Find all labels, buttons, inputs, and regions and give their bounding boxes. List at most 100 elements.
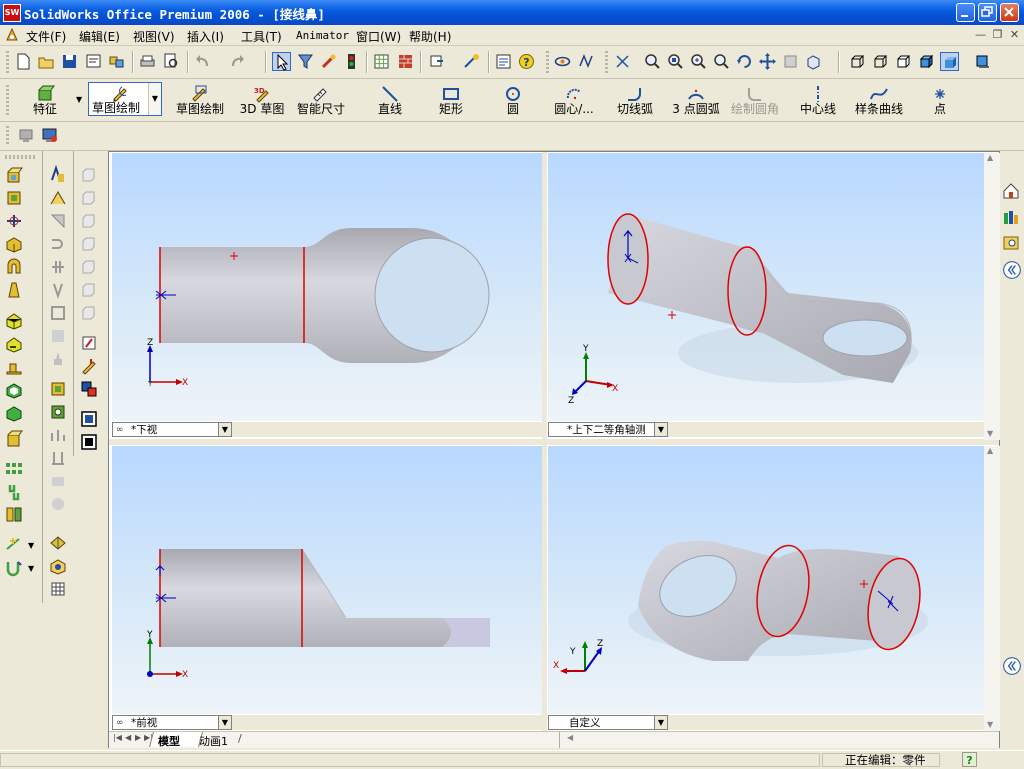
viewport-custom-tab[interactable]: 自定义 ▼ [548, 715, 668, 730]
expand-pane-icon[interactable] [1002, 260, 1022, 280]
copy-entities-icon[interactable] [48, 402, 68, 422]
tab-model[interactable]: 模型 [158, 733, 180, 749]
hidden-lines-removed-icon[interactable] [894, 52, 913, 71]
features-button[interactable]: 特征 [30, 84, 60, 118]
menu-edit[interactable]: 编辑(E) [79, 28, 120, 45]
normal-to-icon[interactable] [79, 333, 99, 353]
back-view-icon[interactable] [79, 188, 99, 208]
swept-boss-icon[interactable] [4, 211, 24, 231]
extruded-boss-icon[interactable] [4, 165, 24, 185]
layers-icon[interactable] [48, 494, 68, 514]
viewport-front-dropdown-icon[interactable]: ▼ [218, 716, 231, 729]
viewport-isometric-dropdown-icon[interactable]: ▼ [654, 423, 667, 436]
line-button[interactable]: 直线 [378, 84, 402, 118]
zoom-area-icon[interactable] [666, 52, 685, 71]
viewport-front-tab[interactable]: ∞ *前视 ▼ [112, 715, 232, 730]
3-point-arc-button[interactable]: 3 点圆弧 [672, 84, 720, 118]
library-icon[interactable] [1001, 207, 1021, 227]
four-view-icon[interactable] [79, 432, 99, 452]
rectangle-button[interactable]: 矩形 [439, 84, 463, 118]
mold-tools-icon[interactable] [48, 579, 68, 599]
circular-pattern-icon[interactable] [4, 482, 24, 502]
tab-first-icon[interactable]: |◀ [113, 733, 122, 742]
minimize-button[interactable] [956, 3, 975, 22]
doc-restore-icon[interactable]: ❐ [990, 28, 1005, 42]
weldment-icon[interactable] [48, 556, 68, 576]
options-icon[interactable] [428, 52, 447, 71]
sketch-dropdown-icon[interactable]: ▼ [148, 83, 161, 115]
isometric-view-icon[interactable] [79, 303, 99, 323]
pan-icon[interactable] [758, 52, 777, 71]
right-view-icon[interactable] [79, 234, 99, 254]
jog-line-icon[interactable] [48, 303, 68, 323]
menu-tools[interactable]: 工具(T) [241, 28, 282, 45]
viewport-bottom-dropdown-icon[interactable]: ▼ [218, 423, 231, 436]
left-view-icon[interactable] [79, 211, 99, 231]
viewport-custom[interactable]: Y X Z [548, 446, 984, 714]
circle-button[interactable]: 圆 [503, 84, 523, 118]
relations-icon[interactable] [48, 448, 68, 468]
viewport-bottom[interactable]: Z X Y [112, 153, 542, 421]
print-preview-icon[interactable] [162, 52, 181, 71]
rebuild-icon[interactable] [319, 52, 338, 71]
select-icon[interactable] [272, 52, 291, 71]
sketch-entity-icon[interactable] [48, 164, 68, 185]
viewport-isometric[interactable]: Y X Z [548, 153, 984, 421]
dimension-icon[interactable] [48, 425, 68, 445]
select-filter-icon[interactable] [296, 52, 315, 71]
hidden-lines-visible-icon[interactable] [871, 52, 890, 71]
menu-insert[interactable]: 插入(I) [187, 28, 224, 45]
reference-geometry-dropdown-icon[interactable]: ▼ [28, 541, 34, 550]
linear-pattern-icon[interactable] [4, 459, 24, 479]
save-icon[interactable] [60, 52, 79, 71]
two-view-icon[interactable] [79, 409, 99, 429]
curves-dropdown-icon[interactable]: ▼ [28, 564, 34, 573]
animator-icon[interactable] [553, 52, 572, 71]
tab-animation[interactable]: 动画1 [199, 733, 228, 749]
horizontal-splitter[interactable] [109, 439, 999, 445]
viewport-isometric-scrollbar[interactable]: ▲ ▼ [984, 153, 1000, 440]
mirror-icon[interactable] [4, 505, 24, 525]
top-view-icon[interactable] [79, 257, 99, 277]
open-icon[interactable] [37, 52, 56, 71]
traffic-light-icon[interactable] [342, 52, 361, 71]
shaded-icon[interactable] [940, 52, 959, 71]
rotate-view-icon[interactable] [735, 52, 754, 71]
spline-button[interactable]: 样条曲线 [855, 84, 903, 118]
previous-view-icon[interactable] [613, 52, 632, 71]
close-button[interactable] [1000, 3, 1019, 22]
features-dropdown-icon[interactable]: ▼ [76, 95, 82, 104]
vertical-splitter[interactable] [542, 152, 547, 746]
shell-icon[interactable] [4, 380, 24, 400]
doc-minimize-icon[interactable]: — [973, 28, 988, 42]
help-icon[interactable]: ? [517, 52, 536, 71]
make-assembly-icon[interactable] [107, 52, 126, 71]
centerpoint-arc-button[interactable]: 圆心/... [554, 84, 594, 118]
viewport-custom-dropdown-icon[interactable]: ▼ [654, 716, 667, 729]
viewport-isometric-tab[interactable]: *上下二等角轴测 ▼ [548, 422, 668, 437]
tab-next-icon[interactable]: ▶ [135, 733, 141, 742]
construction-icon[interactable] [48, 326, 68, 346]
shadows-icon[interactable] [973, 52, 992, 71]
tab-prev-icon[interactable]: ◀ [125, 733, 131, 742]
extruded-cut-icon[interactable] [4, 257, 24, 277]
new-icon[interactable] [14, 52, 33, 71]
viewport-bottom-tab[interactable]: ∞ *下视 ▼ [112, 422, 232, 437]
menu-file[interactable]: 文件(F) [26, 28, 66, 45]
sheet-metal-icon[interactable] [48, 533, 68, 553]
split-icon[interactable] [48, 280, 68, 300]
viewport-custom-scrollbar[interactable]: ▲ ▼ [984, 446, 1000, 731]
view-orientation-icon[interactable] [804, 52, 823, 71]
zoom-to-fit-icon[interactable] [643, 52, 662, 71]
3d-sketch-button[interactable]: 3D 3D 草图 [240, 84, 285, 118]
brick-icon[interactable] [396, 52, 415, 71]
shaded-with-edges-icon[interactable] [917, 52, 936, 71]
reference-geometry-icon[interactable] [4, 535, 24, 555]
sketch-pencil-icon-2[interactable] [79, 356, 99, 376]
curves-icon[interactable] [4, 558, 24, 578]
sketch-draw-button[interactable]: 草图绘制 [176, 84, 224, 118]
draft-icon[interactable] [4, 403, 24, 423]
hscroll-left-icon[interactable]: ◀ [567, 733, 573, 742]
redo-icon[interactable] [228, 52, 247, 71]
sketch-chamfer-icon[interactable] [48, 211, 68, 231]
